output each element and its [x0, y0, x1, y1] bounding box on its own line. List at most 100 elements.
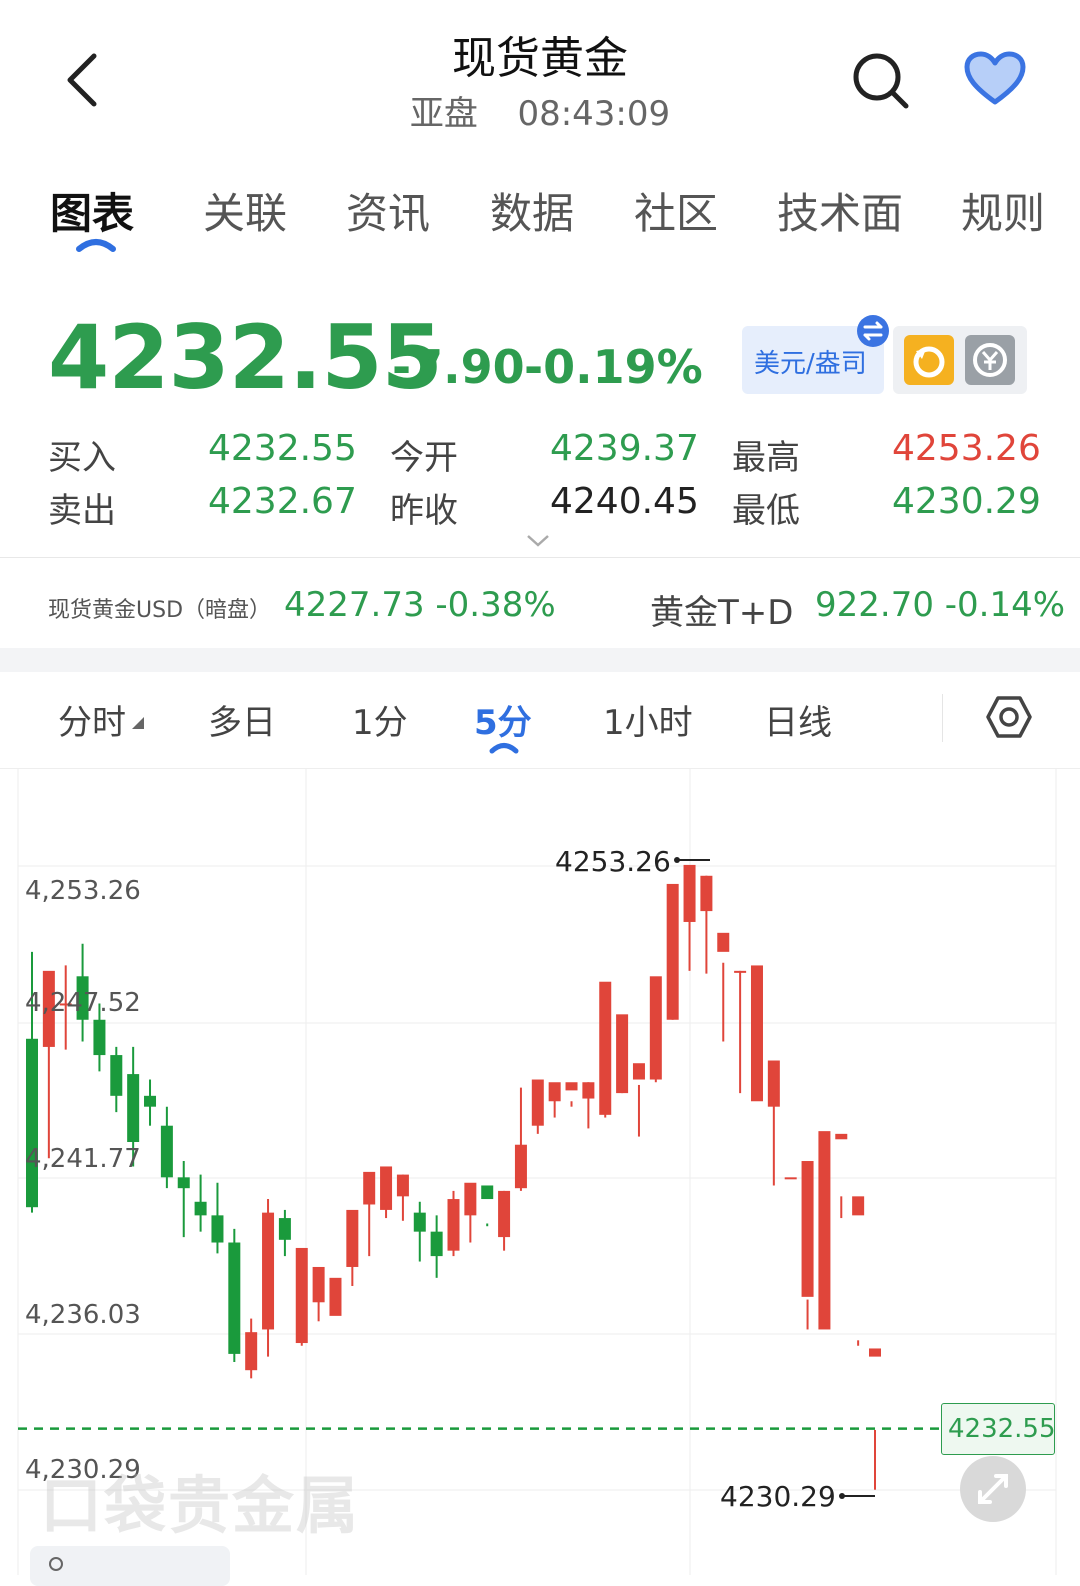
- candle-body: [413, 1212, 426, 1232]
- settings-hexagon-icon[interactable]: [986, 694, 1032, 740]
- fullscreen-expand-icon[interactable]: [960, 1456, 1026, 1522]
- candle-body: [312, 1266, 325, 1303]
- active-tab-indicator-icon: [75, 235, 117, 253]
- related-item-td-value[interactable]: 922.70 -0.14%: [815, 585, 1065, 625]
- related-item-dark-pool-name[interactable]: 现货黄金USD（暗盘）: [48, 592, 271, 624]
- low-value: 4230.29: [892, 481, 1041, 522]
- candle-body: [177, 1177, 190, 1189]
- related-item-td-name[interactable]: 黄金T+D: [650, 585, 793, 634]
- unit-label: 美元/盎司: [754, 349, 867, 379]
- search-icon[interactable]: [850, 50, 912, 112]
- y-tick-label: 4,247.52: [25, 988, 141, 1018]
- price-change-pct: -0.19%: [524, 340, 703, 394]
- min-price-marker-label: 4230.29: [720, 1480, 836, 1513]
- current-price-tag-label: 4232.55: [948, 1414, 1056, 1444]
- dropdown-triangle-icon[interactable]: [132, 717, 144, 729]
- y-tick-label: 4,236.03: [25, 1300, 141, 1330]
- swap-icon[interactable]: [856, 314, 890, 348]
- related-item-dark-pool-value[interactable]: 4227.73 -0.38%: [284, 585, 556, 625]
- candle-body: [329, 1277, 342, 1316]
- max-price-marker-label: 4253.26: [555, 845, 671, 878]
- candle-body: [127, 1074, 140, 1143]
- period-tab-intraday[interactable]: 分时: [58, 695, 126, 744]
- candle-body: [734, 970, 747, 973]
- currency-convert-icon[interactable]: [965, 335, 1015, 385]
- candle-body: [363, 1171, 376, 1205]
- candle-body: [481, 1185, 494, 1200]
- expand-chevron-icon[interactable]: [526, 534, 550, 548]
- period-tab-daily[interactable]: 日线: [764, 695, 832, 744]
- session-status: 亚盘 08:43:09: [0, 86, 1080, 135]
- candle-body: [278, 1218, 291, 1240]
- candle-body: [649, 976, 662, 1080]
- refresh-icon[interactable]: [904, 335, 954, 385]
- candle-body: [245, 1332, 258, 1371]
- tab-rules[interactable]: 规则: [961, 180, 1045, 241]
- candle-body: [869, 1348, 881, 1357]
- candles: [26, 864, 881, 1490]
- candle-body: [498, 1190, 511, 1238]
- candle-body: [464, 1182, 477, 1216]
- indicator-explain-chip[interactable]: [30, 1546, 230, 1586]
- divider: [0, 557, 1080, 558]
- candle-body: [852, 1196, 865, 1216]
- ask-value: 4232.67: [208, 481, 357, 522]
- candle-body: [396, 1174, 409, 1197]
- indicator-explain-chip-icon: [48, 1556, 64, 1572]
- section-separator: [0, 648, 1080, 672]
- candle-body: [565, 1082, 578, 1091]
- candle-body: [683, 864, 696, 922]
- candle-body: [93, 1019, 106, 1056]
- candle-body: [750, 965, 763, 1102]
- candle-body: [211, 1215, 224, 1243]
- tab-related[interactable]: 关联: [203, 180, 287, 241]
- candle-body: [666, 883, 679, 1020]
- candle-body: [160, 1125, 173, 1178]
- watermark-logo: 口袋贵金属: [40, 1469, 361, 1542]
- tab-community[interactable]: 社区: [634, 180, 718, 241]
- candle-body: [784, 1177, 797, 1180]
- active-period-indicator-icon: [489, 740, 519, 754]
- period-tab-1min[interactable]: 1分: [352, 695, 408, 744]
- tab-news[interactable]: 资讯: [346, 180, 430, 241]
- candle-body: [599, 981, 612, 1115]
- tab-data[interactable]: 数据: [490, 180, 574, 241]
- low-label: 最低: [732, 491, 800, 531]
- candle-body: [835, 1133, 848, 1140]
- candle-body: [531, 1079, 544, 1126]
- candle-body: [228, 1242, 241, 1354]
- candle-body: [548, 1082, 561, 1102]
- candle-body: [144, 1095, 157, 1107]
- period-tab-intraday-label: 分时: [58, 703, 126, 743]
- period-tab-1hour[interactable]: 1小时: [603, 695, 693, 744]
- high-label: 最高: [732, 438, 800, 478]
- period-tab-multiday[interactable]: 多日: [208, 695, 276, 744]
- session-label: 亚盘: [409, 94, 478, 134]
- price-change: -7.90: [392, 340, 525, 394]
- period-tab-5min[interactable]: 5分: [474, 695, 532, 744]
- heart-icon[interactable]: [962, 50, 1028, 108]
- y-tick-label: 4,241.77: [25, 1144, 141, 1174]
- period-divider: [942, 694, 943, 742]
- candle-body: [632, 1063, 645, 1080]
- candle-body: [801, 1161, 814, 1297]
- page-title: 现货黄金: [452, 33, 628, 84]
- session-time: 08:43:09: [517, 94, 671, 134]
- candle-body: [616, 1014, 629, 1094]
- candle-body: [295, 1247, 308, 1344]
- current-price-tag: 4232.55: [941, 1403, 1056, 1455]
- y-tick-label: 4,253.26: [25, 876, 141, 906]
- tab-chart[interactable]: 图表: [50, 180, 134, 241]
- open-label: 今开: [390, 438, 458, 478]
- prev-close-value: 4240.45: [550, 481, 699, 522]
- candle-body: [582, 1082, 595, 1099]
- bid-label: 买入: [48, 438, 116, 478]
- candle-body: [110, 1055, 123, 1096]
- current-price: 4232.55: [48, 306, 443, 409]
- candle-body: [262, 1212, 275, 1330]
- candle-body: [700, 875, 713, 912]
- candle-body: [380, 1166, 393, 1210]
- prev-close-label: 昨收: [390, 491, 458, 531]
- open-value: 4239.37: [550, 428, 699, 469]
- tab-technical[interactable]: 技术面: [777, 180, 903, 241]
